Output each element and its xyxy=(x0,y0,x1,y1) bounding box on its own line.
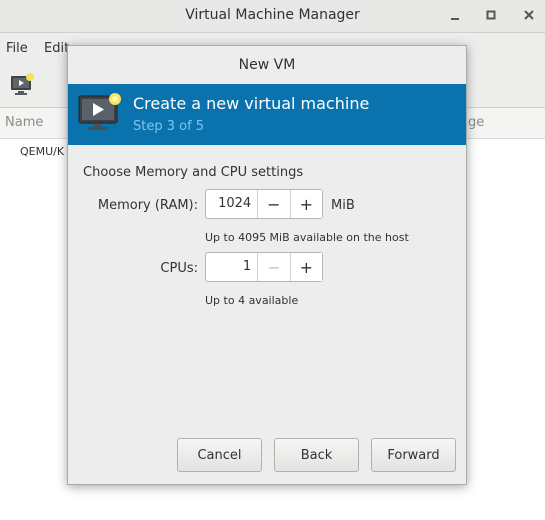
close-button[interactable] xyxy=(520,6,538,24)
plus-icon: + xyxy=(299,194,313,214)
memory-label: Memory (RAM): xyxy=(97,198,198,213)
minus-icon: − xyxy=(267,257,281,277)
minus-icon: − xyxy=(267,194,281,214)
memory-value[interactable]: 1024 xyxy=(206,190,257,218)
dialog-title: New VM xyxy=(68,46,466,84)
back-button[interactable]: Back xyxy=(274,438,359,472)
connection-row[interactable]: QEMU/K xyxy=(20,145,64,158)
banner-step: Step 3 of 5 xyxy=(133,119,205,134)
menu-edit[interactable]: Edit xyxy=(44,33,69,65)
new-vm-dialog: New VM Create a new virtual machine Step… xyxy=(67,45,467,485)
maximize-icon xyxy=(486,10,496,20)
forward-button[interactable]: Forward xyxy=(371,438,456,472)
minimize-icon xyxy=(451,18,459,20)
maximize-button[interactable] xyxy=(482,6,500,24)
wizard-banner: Create a new virtual machine Step 3 of 5 xyxy=(68,84,466,145)
cpus-value[interactable]: 1 xyxy=(206,253,257,281)
minimize-button[interactable] xyxy=(446,6,464,24)
cpus-decrement-button[interactable]: − xyxy=(257,253,290,281)
memory-spinbutton: 1024 − + xyxy=(205,189,323,219)
section-label: Choose Memory and CPU settings xyxy=(83,165,304,180)
memory-increment-button[interactable]: + xyxy=(289,190,322,218)
memory-hint: Up to 4095 MiB available on the host xyxy=(205,231,409,244)
cpus-label: CPUs: xyxy=(160,261,198,276)
cancel-button[interactable]: Cancel xyxy=(177,438,262,472)
close-icon xyxy=(524,10,534,20)
column-usage[interactable]: ge xyxy=(468,108,484,138)
cpus-hint: Up to 4 available xyxy=(205,294,299,307)
column-name[interactable]: Name xyxy=(5,108,43,138)
window-titlebar: Virtual Machine Manager xyxy=(0,0,545,33)
cpus-spinbutton: 1 − + xyxy=(205,252,323,282)
cpus-increment-button[interactable]: + xyxy=(289,253,322,281)
memory-unit: MiB xyxy=(331,198,355,213)
menu-file[interactable]: File xyxy=(6,33,28,65)
monitor-play-icon xyxy=(78,93,121,130)
banner-title: Create a new virtual machine xyxy=(133,94,370,113)
memory-decrement-button[interactable]: − xyxy=(257,190,290,218)
plus-icon: + xyxy=(299,257,313,277)
new-vm-icon[interactable] xyxy=(10,73,36,97)
